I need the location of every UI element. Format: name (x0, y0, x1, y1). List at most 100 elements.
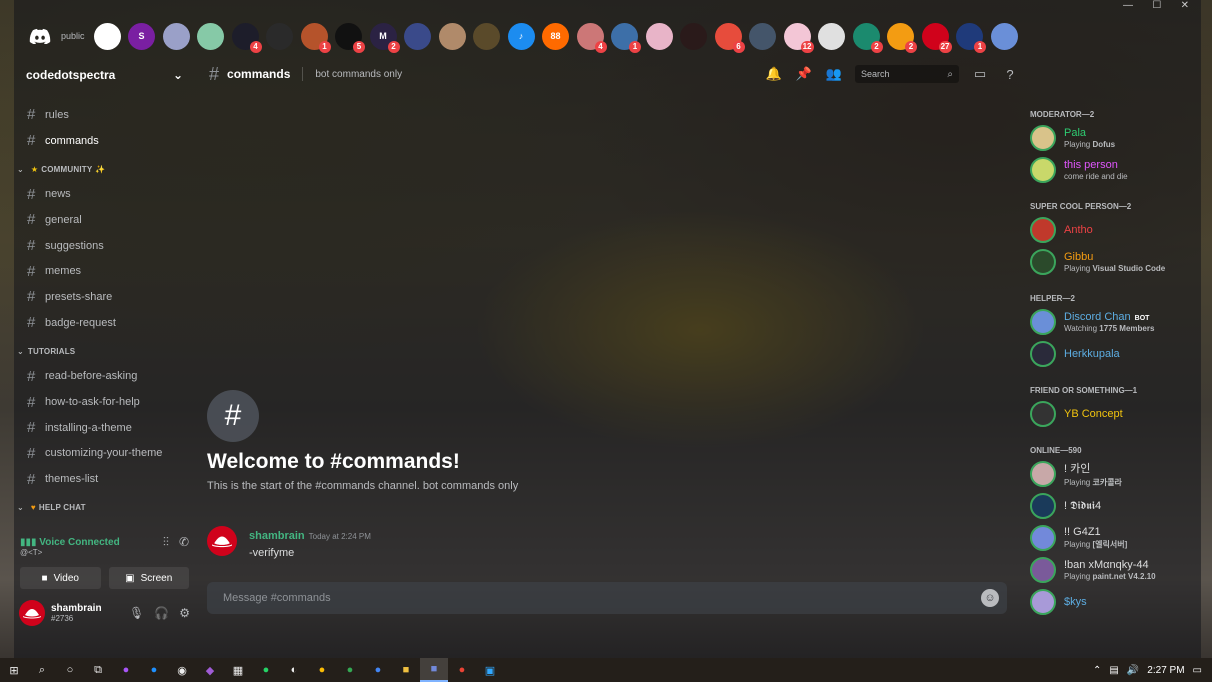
settings-gear-icon[interactable]: ⚙ (179, 606, 190, 620)
server-icon[interactable] (266, 22, 294, 50)
server-icon[interactable] (197, 22, 225, 50)
app-icon-4[interactable]: ● (336, 658, 364, 682)
volume-icon[interactable]: 🔊 (1127, 665, 1139, 676)
chevron-up-icon[interactable]: ⌃ (1093, 665, 1101, 676)
member-item[interactable]: this person come ride and die (1030, 154, 1201, 186)
inbox-icon[interactable]: ▭ (971, 66, 989, 82)
server-icon[interactable] (645, 22, 673, 50)
channel-item[interactable]: # badge-request (14, 310, 195, 336)
member-item[interactable]: ! 카인 Playing 코카콜라 (1030, 458, 1201, 490)
channel-item[interactable]: # installing-a-theme (14, 415, 195, 441)
steam-icon[interactable]: ◐ (280, 658, 308, 682)
member-item[interactable]: !! G4Z1 Playing [엘릭서버] (1030, 522, 1201, 554)
member-item[interactable]: Discord Chan BOT Watching 1775 Members (1030, 306, 1201, 338)
channel-category[interactable]: ⌄ ★ COMMUNITY ✨ (14, 157, 195, 181)
network-icon[interactable]: ▤ (1109, 665, 1118, 676)
channel-item[interactable]: # read-before-asking (14, 364, 195, 390)
emoji-icon[interactable]: ☺ (981, 589, 999, 607)
channel-item[interactable]: # memes (14, 258, 195, 284)
channel-item[interactable]: # rules (14, 102, 195, 128)
channel-item[interactable]: # customizing-your-theme (14, 441, 195, 467)
channel-category[interactable]: ⌄ TUTORIALS (14, 340, 195, 364)
app-icon-5[interactable]: ● (364, 658, 392, 682)
server-icon[interactable]: 4 (576, 22, 607, 53)
home-button[interactable] (28, 24, 52, 48)
maximize-button[interactable]: ☐ (1152, 0, 1161, 14)
server-icon[interactable] (749, 22, 777, 50)
close-button[interactable]: ✕ (1181, 0, 1189, 14)
channel-item[interactable]: # general (14, 207, 195, 233)
server-icon[interactable]: 5 (335, 22, 366, 53)
chrome-icon[interactable]: ● (308, 658, 336, 682)
file-explorer-icon[interactable]: ■ (392, 658, 420, 682)
server-icon[interactable]: S (128, 22, 156, 50)
server-icon[interactable]: 2 (887, 22, 918, 53)
photoshop-icon[interactable]: ▣ (476, 658, 504, 682)
task-view-icon[interactable]: ⧉ (84, 658, 112, 682)
server-icon[interactable]: 88 (542, 22, 570, 50)
member-item[interactable]: YB Concept (1030, 398, 1201, 430)
messenger-icon[interactable]: ● (140, 658, 168, 682)
voice-status[interactable]: ▮▮▮ Voice Connected (20, 537, 120, 548)
avatar[interactable] (207, 526, 237, 556)
server-icon[interactable] (93, 22, 121, 50)
visual-studio-icon[interactable]: ◆ (196, 658, 224, 682)
server-icon[interactable]: 6 (714, 22, 745, 53)
server-icon[interactable]: M2 (369, 22, 400, 53)
channel-category[interactable]: ⌄ ♥ HELP CHAT (14, 496, 195, 520)
message-input[interactable] (223, 592, 923, 604)
server-icon[interactable]: 1 (611, 22, 642, 53)
member-item[interactable]: Antho (1030, 214, 1201, 246)
channel-item[interactable]: # how-to-ask-for-help (14, 389, 195, 415)
server-icon[interactable]: ♪ (507, 22, 535, 50)
member-item[interactable]: Pala Playing Dofus (1030, 122, 1201, 154)
minimize-button[interactable]: — (1123, 0, 1133, 14)
clock[interactable]: 2:27 PM (1147, 665, 1184, 676)
member-item[interactable]: ! 𝕯𝖎𝖉𝖚𝖎4 (1030, 490, 1201, 522)
pin-icon[interactable]: 📌 (795, 66, 813, 82)
microphone-icon[interactable]: 🎙 (129, 606, 144, 620)
discord-taskbar-icon[interactable]: ■ (420, 658, 448, 682)
message-author[interactable]: shambrain (249, 530, 305, 542)
server-icon[interactable] (473, 22, 501, 50)
app-icon-2[interactable]: ◉ (168, 658, 196, 682)
video-button[interactable]: ■ Video (20, 567, 101, 589)
headphones-icon[interactable]: 🎧 (154, 606, 169, 620)
member-item[interactable]: Gibbu Playing Visual Studio Code (1030, 246, 1201, 278)
help-icon[interactable]: ? (1001, 67, 1019, 82)
channel-item[interactable]: # themes-list (14, 466, 195, 492)
server-icon[interactable] (404, 22, 432, 50)
channel-item[interactable]: # presets-share (14, 284, 195, 310)
channel-item[interactable]: # news (14, 181, 195, 207)
chrome-icon[interactable]: ● (448, 658, 476, 682)
app-icon-3[interactable]: ▦ (224, 658, 252, 682)
whatsapp-icon[interactable]: ● (252, 658, 280, 682)
member-item[interactable]: $kys (1030, 586, 1201, 618)
server-icon[interactable] (438, 22, 466, 50)
server-icon[interactable]: 4 (231, 22, 262, 53)
server-icon[interactable]: 12 (783, 22, 814, 53)
server-icon[interactable] (680, 22, 708, 50)
notifications-icon[interactable]: ▭ (1193, 665, 1202, 676)
member-item[interactable]: !ban xMαnqky-44 Playing paint.net V4.2.10 (1030, 554, 1201, 586)
channel-item[interactable]: # suggestions (14, 233, 195, 259)
server-icon[interactable]: 2 (852, 22, 883, 53)
windows-start-icon[interactable]: ⊞ (0, 658, 28, 682)
guild-header[interactable]: codedotspectra ⌄ (14, 58, 195, 92)
server-icon[interactable]: 1 (300, 22, 331, 53)
member-list-icon[interactable]: 👥 (825, 66, 843, 82)
screen-share-button[interactable]: ▣ Screen (108, 567, 189, 589)
search-icon[interactable]: ⌕ (28, 658, 56, 682)
avatar[interactable] (19, 600, 45, 626)
search-input[interactable]: Search ⌕ (855, 65, 959, 83)
member-item[interactable]: Herkkupala (1030, 338, 1201, 370)
server-icon[interactable] (990, 22, 1018, 50)
notification-bell-icon[interactable]: 🔔 (765, 66, 783, 82)
server-icon[interactable] (818, 22, 846, 50)
disconnect-icon[interactable]: ✆ (179, 535, 189, 550)
noise-suppression-icon[interactable]: ⫶⫶ (163, 535, 169, 550)
cortana-icon[interactable]: ○ (56, 658, 84, 682)
server-icon[interactable]: 1 (956, 22, 987, 53)
server-icon[interactable]: 27 (921, 22, 952, 53)
channel-item[interactable]: # commands (14, 128, 195, 154)
